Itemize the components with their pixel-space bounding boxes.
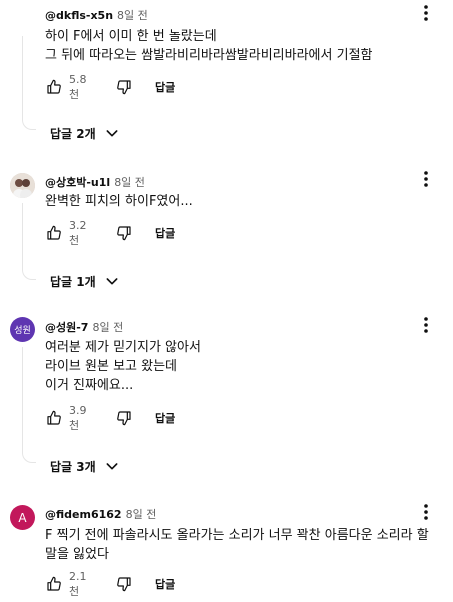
comment-text: F 찍기 전에 파솔라시도 올라가는 소리가 너무 꽉찬 아름다운 소리라 할 … xyxy=(45,528,429,562)
reply-button[interactable]: 답글 xyxy=(155,79,175,95)
thumbs-down-icon[interactable] xyxy=(115,409,133,427)
comment-actions: 5.8천 답글 xyxy=(45,73,175,101)
thumbs-down-icon[interactable] xyxy=(115,224,133,242)
comment-author[interactable]: @fidem6162 xyxy=(45,508,122,521)
like-count: 2.1천 xyxy=(69,569,87,598)
replies-count-label: 답글 2개 xyxy=(50,126,96,141)
thumbs-up-icon[interactable] xyxy=(45,575,63,593)
thread-line xyxy=(22,347,36,463)
comment-author[interactable]: @상호박-u1l xyxy=(45,176,110,189)
avatar[interactable] xyxy=(10,173,35,198)
replies-count-label: 답글 3개 xyxy=(50,459,96,474)
show-replies-button[interactable]: 답글 2개 xyxy=(50,123,120,143)
comment-text: 여러분 제가 믿기지가 않아서 라이브 원본 보고 왔는데 이거 진짜에요... xyxy=(45,340,201,393)
comment-text: 완벽한 피치의 하이F였어... xyxy=(45,194,193,209)
comment-time[interactable]: 8일 전 xyxy=(114,176,145,189)
like-count: 3.9천 xyxy=(69,403,87,432)
thumbs-up-icon[interactable] xyxy=(45,78,63,96)
like-count: 3.2천 xyxy=(69,218,87,247)
comment-item: A @fidem6162 8일 전 F 찍기 전에 파솔라시도 올라가는 소리가 … xyxy=(0,500,453,602)
chevron-down-icon xyxy=(104,273,120,289)
comment-text: 하이 F에서 이미 한 번 놀랐는데 그 뒤에 따라오는 쌈발라비리바라쌈발라비… xyxy=(45,29,373,63)
show-replies-button[interactable]: 답글 1개 xyxy=(50,271,120,291)
comment-actions: 3.2천 답글 xyxy=(45,219,175,247)
comment-time[interactable]: 8일 전 xyxy=(117,9,148,22)
comment-meta: @dkfls-x5n 8일 전 xyxy=(45,7,148,23)
avatar[interactable]: 성원 xyxy=(10,317,35,342)
thumbs-up-icon[interactable] xyxy=(45,409,63,427)
comment-author[interactable]: @성원-7 xyxy=(45,321,88,334)
replies-count-label: 답글 1개 xyxy=(50,274,96,289)
comment-item: @상호박-u1l 8일 전 완벽한 피치의 하이F였어... 3.2천 답글 답글… xyxy=(0,165,453,300)
more-vert-icon[interactable] xyxy=(417,4,435,22)
more-vert-icon[interactable] xyxy=(417,316,435,334)
thread-line xyxy=(22,203,36,280)
comment-time[interactable]: 8일 전 xyxy=(92,321,123,334)
comment-actions: 3.9천 답글 xyxy=(45,404,175,432)
chevron-down-icon xyxy=(104,125,120,141)
comment-time[interactable]: 8일 전 xyxy=(126,508,157,521)
avatar[interactable]: A xyxy=(10,505,35,530)
comment-item: @dkfls-x5n 8일 전 하이 F에서 이미 한 번 놀랐는데 그 뒤에 따… xyxy=(0,0,453,150)
comment-meta: @성원-7 8일 전 xyxy=(45,319,123,335)
more-vert-icon[interactable] xyxy=(417,503,435,521)
avatar-label: 성원 xyxy=(14,326,31,336)
thumbs-down-icon[interactable] xyxy=(115,78,133,96)
reply-button[interactable]: 답글 xyxy=(155,576,175,592)
thread-line xyxy=(22,36,36,130)
chevron-down-icon xyxy=(104,458,120,474)
avatar-label: A xyxy=(18,510,27,525)
comment-meta: @fidem6162 8일 전 xyxy=(45,506,156,522)
comment-item: 성원 @성원-7 8일 전 여러분 제가 믿기지가 않아서 라이브 원본 보고 왔… xyxy=(0,313,453,483)
comment-actions: 2.1천 답글 xyxy=(45,570,175,598)
comment-author[interactable]: @dkfls-x5n xyxy=(45,9,113,22)
more-vert-icon[interactable] xyxy=(417,170,435,188)
comment-meta: @상호박-u1l 8일 전 xyxy=(45,174,145,190)
thumbs-up-icon[interactable] xyxy=(45,224,63,242)
reply-button[interactable]: 답글 xyxy=(155,225,175,241)
like-count: 5.8천 xyxy=(69,72,87,101)
thumbs-down-icon[interactable] xyxy=(115,575,133,593)
reply-button[interactable]: 답글 xyxy=(155,410,175,426)
show-replies-button[interactable]: 답글 3개 xyxy=(50,456,120,476)
